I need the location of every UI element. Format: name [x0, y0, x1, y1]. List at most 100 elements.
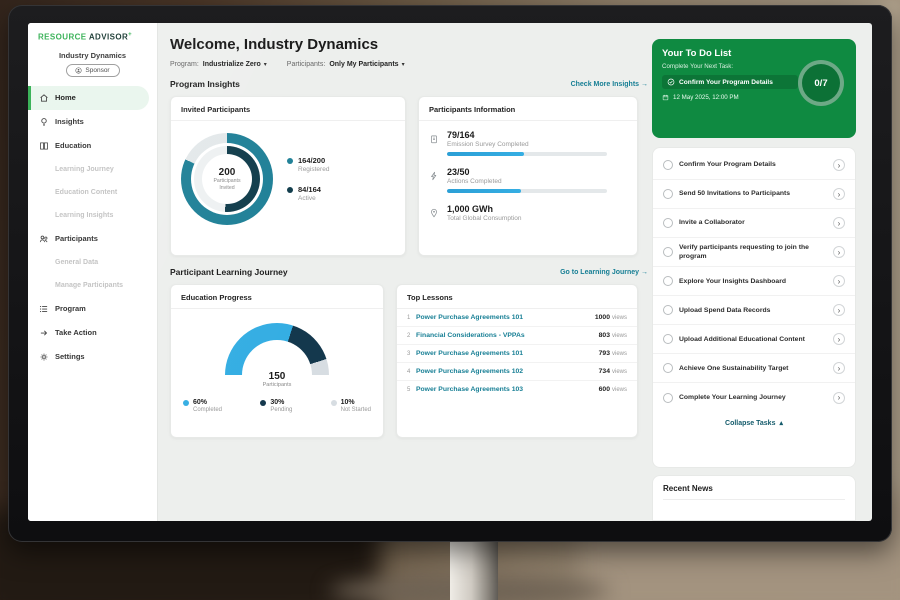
lesson-row[interactable]: 4 Power Purchase Agreements 102 734 view… [397, 363, 637, 381]
task-row[interactable]: Upload Additional Educational Content › [653, 325, 855, 354]
lesson-title-link[interactable]: Power Purchase Agreements 103 [416, 386, 599, 393]
sidebar-item-general-data[interactable]: General Data [28, 251, 157, 274]
lesson-row[interactable]: 2 Financial Considerations - VPPAs 803 v… [397, 327, 637, 345]
sponsor-badge[interactable]: Sponsor [66, 64, 120, 77]
monitor-bezel: RESOURCE ADVISOR+ Industry Dynamics Spon… [8, 5, 892, 542]
invited-donut-chart: 200 Participants Invited [181, 133, 273, 225]
lesson-title-link[interactable]: Financial Considerations - VPPAs [416, 332, 599, 339]
chevron-right-icon[interactable]: › [833, 159, 845, 171]
legend-value: 10% [341, 399, 371, 406]
collapse-label: Collapse Tasks [725, 420, 775, 427]
education-progress-card: Education Progress 150 Participants [170, 284, 384, 438]
next-task-label: Confirm Your Program Details [679, 79, 773, 86]
lesson-title-link[interactable]: Power Purchase Agreements 101 [416, 350, 599, 357]
task-label: Upload Additional Educational Content [679, 335, 827, 344]
go-to-learning-journey-link[interactable]: Go to Learning Journey → [560, 269, 648, 276]
lesson-views: 734 [599, 368, 610, 375]
education-gauge-chart: 150 Participants [225, 323, 329, 375]
task-checkbox[interactable] [663, 334, 673, 344]
legend-value: 30% [270, 399, 292, 406]
arrow-right-icon [38, 328, 49, 338]
info-metrics: 79/164 Emission Survey Completed 23/50 A… [419, 121, 637, 243]
chevron-right-icon[interactable]: › [833, 362, 845, 374]
donut-center: 200 Participants Invited [202, 154, 252, 204]
lesson-row[interactable]: 1 Power Purchase Agreements 101 1000 vie… [397, 309, 637, 327]
legend-dot [183, 400, 189, 406]
sidebar-item-learning-journey[interactable]: Learning Journey [28, 158, 157, 181]
task-checkbox[interactable] [663, 189, 673, 199]
task-checkbox[interactable] [663, 305, 673, 315]
task-row[interactable]: Send 50 Invitations to Participants › [653, 180, 855, 209]
sidebar-item-participants[interactable]: Participants [28, 227, 157, 251]
next-task-chip[interactable]: Confirm Your Program Details [662, 75, 798, 89]
lesson-title-link[interactable]: Power Purchase Agreements 102 [416, 368, 599, 375]
task-checkbox[interactable] [663, 363, 673, 373]
legend-item-registered: 164/200 Registered [287, 156, 329, 173]
lesson-row[interactable]: 5 Power Purchase Agreements 103 600 view… [397, 381, 637, 398]
task-row[interactable]: Upload Spend Data Records › [653, 296, 855, 325]
program-filter[interactable]: Program: Industrialize Zero ▾ [170, 61, 267, 68]
nav-label: Education [55, 141, 91, 150]
nav-label: Settings [55, 352, 85, 361]
sidebar-item-manage-participants[interactable]: Manage Participants [28, 274, 157, 297]
sidebar-item-learning-insights[interactable]: Learning Insights [28, 204, 157, 227]
chevron-right-icon[interactable]: › [833, 304, 845, 316]
section-title: Program Insights [170, 79, 240, 89]
task-row[interactable]: Explore Your Insights Dashboard › [653, 267, 855, 296]
legend-label: Not Started [341, 407, 371, 413]
sidebar-item-program[interactable]: Program [28, 297, 157, 321]
task-row[interactable]: Confirm Your Program Details › [653, 151, 855, 180]
program-filter-value: Industrialize Zero [203, 61, 261, 68]
todo-progress-ring: 0/7 [798, 60, 844, 106]
metric-label: Emission Survey Completed [447, 141, 627, 148]
donut-center-label: Participants Invited [207, 178, 247, 192]
task-row[interactable]: Invite a Collaborator › [653, 209, 855, 238]
chevron-right-icon[interactable]: › [833, 246, 845, 258]
lesson-rank: 4 [407, 369, 416, 375]
lightbulb-icon [38, 117, 49, 127]
check-more-insights-link[interactable]: Check More Insights → [571, 81, 648, 88]
sidebar-item-insights[interactable]: Insights [28, 110, 157, 134]
sidebar-item-education-content[interactable]: Education Content [28, 181, 157, 204]
program-insights-header: Program Insights Check More Insights → [170, 79, 648, 89]
task-row[interactable]: Verify participants requesting to join t… [653, 238, 855, 267]
task-label: Confirm Your Program Details [679, 160, 827, 169]
invited-participants-card: Invited Participants 200 Participants In… [170, 96, 406, 256]
sidebar-item-home[interactable]: Home [28, 86, 149, 110]
progress-bar [447, 152, 607, 156]
task-checkbox[interactable] [663, 247, 673, 257]
pin-icon [429, 204, 440, 223]
link-label: Go to Learning Journey [560, 269, 639, 276]
task-checkbox[interactable] [663, 393, 673, 403]
task-row[interactable]: Complete Your Learning Journey › [653, 383, 855, 412]
task-checkbox[interactable] [663, 218, 673, 228]
metric-actions-completed: 23/50 Actions Completed [429, 167, 627, 193]
chevron-right-icon[interactable]: › [833, 275, 845, 287]
check-circle-icon [667, 78, 675, 86]
task-label: Upload Spend Data Records [679, 306, 827, 315]
lesson-row[interactable]: 3 Power Purchase Agreements 101 793 view… [397, 345, 637, 363]
chevron-right-icon[interactable]: › [833, 188, 845, 200]
metric-global-consumption: 1,000 GWh Total Global Consumption [429, 204, 627, 223]
participants-filter[interactable]: Participants: Only My Participants ▾ [287, 61, 405, 68]
card-title: Participants Information [419, 97, 637, 121]
top-lessons-card: Top Lessons 1 Power Purchase Agreements … [396, 284, 638, 438]
legend-value: 60% [193, 399, 222, 406]
sidebar-item-education[interactable]: Education [28, 134, 157, 158]
lesson-title-link[interactable]: Power Purchase Agreements 101 [416, 314, 595, 321]
chevron-right-icon[interactable]: › [833, 333, 845, 345]
task-checkbox[interactable] [663, 160, 673, 170]
sidebar-item-take-action[interactable]: Take Action [28, 321, 157, 345]
task-row[interactable]: Achieve One Sustainability Target › [653, 354, 855, 383]
legend-label: Registered [298, 166, 329, 173]
nav-label: Take Action [55, 328, 97, 337]
education-legend: 60% Completed 30% Pending [171, 399, 383, 413]
collapse-tasks-link[interactable]: Collapse Tasks ▴ [653, 412, 855, 431]
calendar-icon [662, 94, 669, 101]
sidebar-item-settings[interactable]: Settings [28, 345, 157, 369]
chevron-right-icon[interactable]: › [833, 217, 845, 229]
chevron-right-icon[interactable]: › [833, 392, 845, 404]
filter-bar: Program: Industrialize Zero ▾ Participan… [170, 61, 644, 68]
task-checkbox[interactable] [663, 276, 673, 286]
task-label: Verify participants requesting to join t… [679, 243, 827, 261]
